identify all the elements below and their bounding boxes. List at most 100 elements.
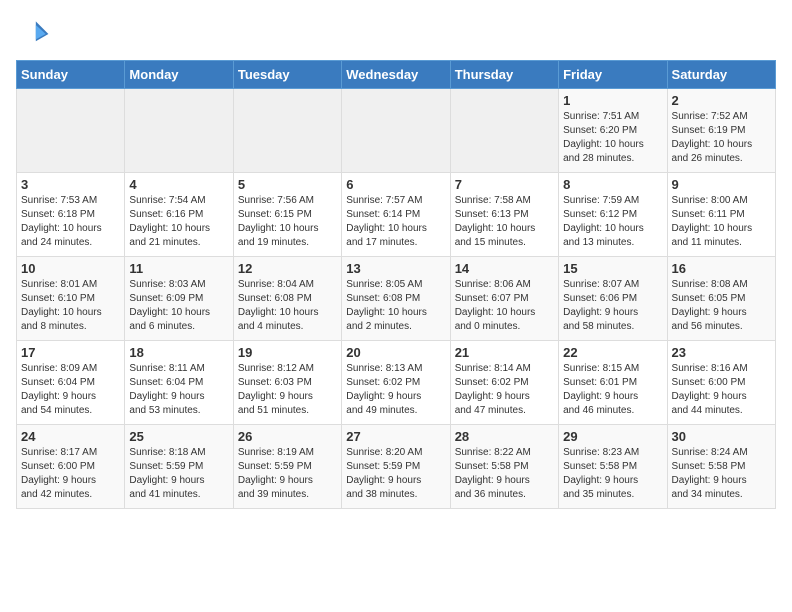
- day-info: Sunrise: 8:06 AM Sunset: 6:07 PM Dayligh…: [455, 278, 554, 334]
- day-info: Sunrise: 8:19 AM Sunset: 5:59 PM Dayligh…: [238, 446, 337, 502]
- day-number: 28: [455, 429, 554, 444]
- day-info: Sunrise: 8:12 AM Sunset: 6:03 PM Dayligh…: [238, 362, 337, 418]
- weekday-header-monday: Monday: [125, 61, 233, 89]
- calendar-cell: 23Sunrise: 8:16 AM Sunset: 6:00 PM Dayli…: [667, 341, 775, 425]
- day-number: 17: [21, 345, 120, 360]
- calendar-cell: 5 Sunrise: 7:56 AM Sunset: 6:15 PM Daylig…: [233, 173, 341, 257]
- calendar-cell: [233, 89, 341, 173]
- day-number: 3: [21, 177, 120, 192]
- logo-icon: [16, 16, 52, 52]
- day-number: 24: [21, 429, 120, 444]
- day-info: Sunrise: 8:13 AM Sunset: 6:02 PM Dayligh…: [346, 362, 445, 418]
- day-number: 6: [346, 177, 445, 192]
- calendar-cell: 10 Sunrise: 8:01 AM Sunset: 6:10 PM Dayli…: [17, 257, 125, 341]
- day-info: Sunrise: 8:07 AM Sunset: 6:06 PM Dayligh…: [563, 278, 662, 334]
- calendar-cell: 16 Sunrise: 8:08 AM Sunset: 6:05 PM Dayli…: [667, 257, 775, 341]
- calendar-cell: [125, 89, 233, 173]
- day-number: 7: [455, 177, 554, 192]
- day-info: Sunrise: 8:09 AM Sunset: 6:04 PM Dayligh…: [21, 362, 120, 418]
- day-number: 4: [129, 177, 228, 192]
- day-info: Sunrise: 8:11 AM Sunset: 6:04 PM Dayligh…: [129, 362, 228, 418]
- day-number: 5: [238, 177, 337, 192]
- day-info: Sunrise: 7:56 AM Sunset: 6:15 PM Dayligh…: [238, 194, 337, 250]
- day-number: 26: [238, 429, 337, 444]
- day-info: Sunrise: 7:57 AM Sunset: 6:14 PM Dayligh…: [346, 194, 445, 250]
- calendar-cell: 25Sunrise: 8:18 AM Sunset: 5:59 PM Dayli…: [125, 425, 233, 509]
- day-number: 12: [238, 261, 337, 276]
- day-info: Sunrise: 8:01 AM Sunset: 6:10 PM Dayligh…: [21, 278, 120, 334]
- day-info: Sunrise: 8:23 AM Sunset: 5:58 PM Dayligh…: [563, 446, 662, 502]
- day-number: 9: [672, 177, 771, 192]
- day-info: Sunrise: 7:58 AM Sunset: 6:13 PM Dayligh…: [455, 194, 554, 250]
- day-number: 30: [672, 429, 771, 444]
- day-number: 29: [563, 429, 662, 444]
- day-number: 16: [672, 261, 771, 276]
- calendar-cell: 26 Sunrise: 8:19 AM Sunset: 5:59 PM Dayli…: [233, 425, 341, 509]
- calendar-cell: 11 Sunrise: 8:03 AM Sunset: 6:09 PM Dayli…: [125, 257, 233, 341]
- calendar-cell: 24 Sunrise: 8:17 AM Sunset: 6:00 PM Dayli…: [17, 425, 125, 509]
- calendar-header-row: SundayMondayTuesdayWednesdayThursdayFrid…: [17, 61, 776, 89]
- day-info: Sunrise: 8:15 AM Sunset: 6:01 PM Dayligh…: [563, 362, 662, 418]
- calendar-cell: 15 Sunrise: 8:07 AM Sunset: 6:06 PM Dayli…: [559, 257, 667, 341]
- calendar-cell: 7 Sunrise: 7:58 AM Sunset: 6:13 PM Daylig…: [450, 173, 558, 257]
- calendar-cell: 12 Sunrise: 8:04 AM Sunset: 6:08 PM Dayli…: [233, 257, 341, 341]
- day-info: Sunrise: 7:52 AM Sunset: 6:19 PM Dayligh…: [672, 110, 771, 166]
- calendar-cell: 29 Sunrise: 8:23 AM Sunset: 5:58 PM Dayli…: [559, 425, 667, 509]
- calendar-cell: 2Sunrise: 7:52 AM Sunset: 6:19 PM Daylig…: [667, 89, 775, 173]
- calendar-cell: [450, 89, 558, 173]
- calendar-table: SundayMondayTuesdayWednesdayThursdayFrid…: [16, 60, 776, 509]
- calendar-cell: 6 Sunrise: 7:57 AM Sunset: 6:14 PM Daylig…: [342, 173, 450, 257]
- calendar-cell: 20 Sunrise: 8:13 AM Sunset: 6:02 PM Dayli…: [342, 341, 450, 425]
- day-info: Sunrise: 8:17 AM Sunset: 6:00 PM Dayligh…: [21, 446, 120, 502]
- day-number: 1: [563, 93, 662, 108]
- calendar-week-row: 3Sunrise: 7:53 AM Sunset: 6:18 PM Daylig…: [17, 173, 776, 257]
- calendar-cell: 4 Sunrise: 7:54 AM Sunset: 6:16 PM Daylig…: [125, 173, 233, 257]
- day-number: 13: [346, 261, 445, 276]
- weekday-header-tuesday: Tuesday: [233, 61, 341, 89]
- calendar-cell: 27 Sunrise: 8:20 AM Sunset: 5:59 PM Dayli…: [342, 425, 450, 509]
- calendar-cell: 14 Sunrise: 8:06 AM Sunset: 6:07 PM Dayli…: [450, 257, 558, 341]
- day-info: Sunrise: 7:54 AM Sunset: 6:16 PM Dayligh…: [129, 194, 228, 250]
- day-info: Sunrise: 8:04 AM Sunset: 6:08 PM Dayligh…: [238, 278, 337, 334]
- day-info: Sunrise: 8:22 AM Sunset: 5:58 PM Dayligh…: [455, 446, 554, 502]
- calendar-cell: 19 Sunrise: 8:12 AM Sunset: 6:03 PM Dayli…: [233, 341, 341, 425]
- calendar-cell: 3Sunrise: 7:53 AM Sunset: 6:18 PM Daylig…: [17, 173, 125, 257]
- day-number: 27: [346, 429, 445, 444]
- day-number: 10: [21, 261, 120, 276]
- page-header: [16, 16, 776, 52]
- day-info: Sunrise: 8:03 AM Sunset: 6:09 PM Dayligh…: [129, 278, 228, 334]
- day-info: Sunrise: 7:51 AM Sunset: 6:20 PM Dayligh…: [563, 110, 662, 166]
- calendar-cell: 30Sunrise: 8:24 AM Sunset: 5:58 PM Dayli…: [667, 425, 775, 509]
- weekday-header-friday: Friday: [559, 61, 667, 89]
- calendar-week-row: 10 Sunrise: 8:01 AM Sunset: 6:10 PM Dayli…: [17, 257, 776, 341]
- day-number: 11: [129, 261, 228, 276]
- calendar-cell: 13 Sunrise: 8:05 AM Sunset: 6:08 PM Dayli…: [342, 257, 450, 341]
- calendar-cell: [17, 89, 125, 173]
- day-number: 18: [129, 345, 228, 360]
- day-info: Sunrise: 8:08 AM Sunset: 6:05 PM Dayligh…: [672, 278, 771, 334]
- day-number: 19: [238, 345, 337, 360]
- calendar-week-row: 1 Sunrise: 7:51 AM Sunset: 6:20 PM Daylig…: [17, 89, 776, 173]
- calendar-cell: [342, 89, 450, 173]
- day-number: 23: [672, 345, 771, 360]
- day-info: Sunrise: 8:18 AM Sunset: 5:59 PM Dayligh…: [129, 446, 228, 502]
- calendar-week-row: 24 Sunrise: 8:17 AM Sunset: 6:00 PM Dayli…: [17, 425, 776, 509]
- calendar-cell: 9 Sunrise: 8:00 AM Sunset: 6:11 PM Daylig…: [667, 173, 775, 257]
- calendar-cell: 18 Sunrise: 8:11 AM Sunset: 6:04 PM Dayli…: [125, 341, 233, 425]
- day-number: 15: [563, 261, 662, 276]
- day-number: 8: [563, 177, 662, 192]
- day-info: Sunrise: 8:05 AM Sunset: 6:08 PM Dayligh…: [346, 278, 445, 334]
- calendar-cell: 28 Sunrise: 8:22 AM Sunset: 5:58 PM Dayli…: [450, 425, 558, 509]
- day-info: Sunrise: 8:20 AM Sunset: 5:59 PM Dayligh…: [346, 446, 445, 502]
- weekday-header-sunday: Sunday: [17, 61, 125, 89]
- calendar-week-row: 17 Sunrise: 8:09 AM Sunset: 6:04 PM Dayli…: [17, 341, 776, 425]
- day-info: Sunrise: 8:14 AM Sunset: 6:02 PM Dayligh…: [455, 362, 554, 418]
- calendar-cell: 17 Sunrise: 8:09 AM Sunset: 6:04 PM Dayli…: [17, 341, 125, 425]
- day-number: 14: [455, 261, 554, 276]
- calendar-cell: 1 Sunrise: 7:51 AM Sunset: 6:20 PM Daylig…: [559, 89, 667, 173]
- weekday-header-thursday: Thursday: [450, 61, 558, 89]
- day-number: 21: [455, 345, 554, 360]
- calendar-cell: 8Sunrise: 7:59 AM Sunset: 6:12 PM Daylig…: [559, 173, 667, 257]
- day-info: Sunrise: 8:00 AM Sunset: 6:11 PM Dayligh…: [672, 194, 771, 250]
- day-number: 20: [346, 345, 445, 360]
